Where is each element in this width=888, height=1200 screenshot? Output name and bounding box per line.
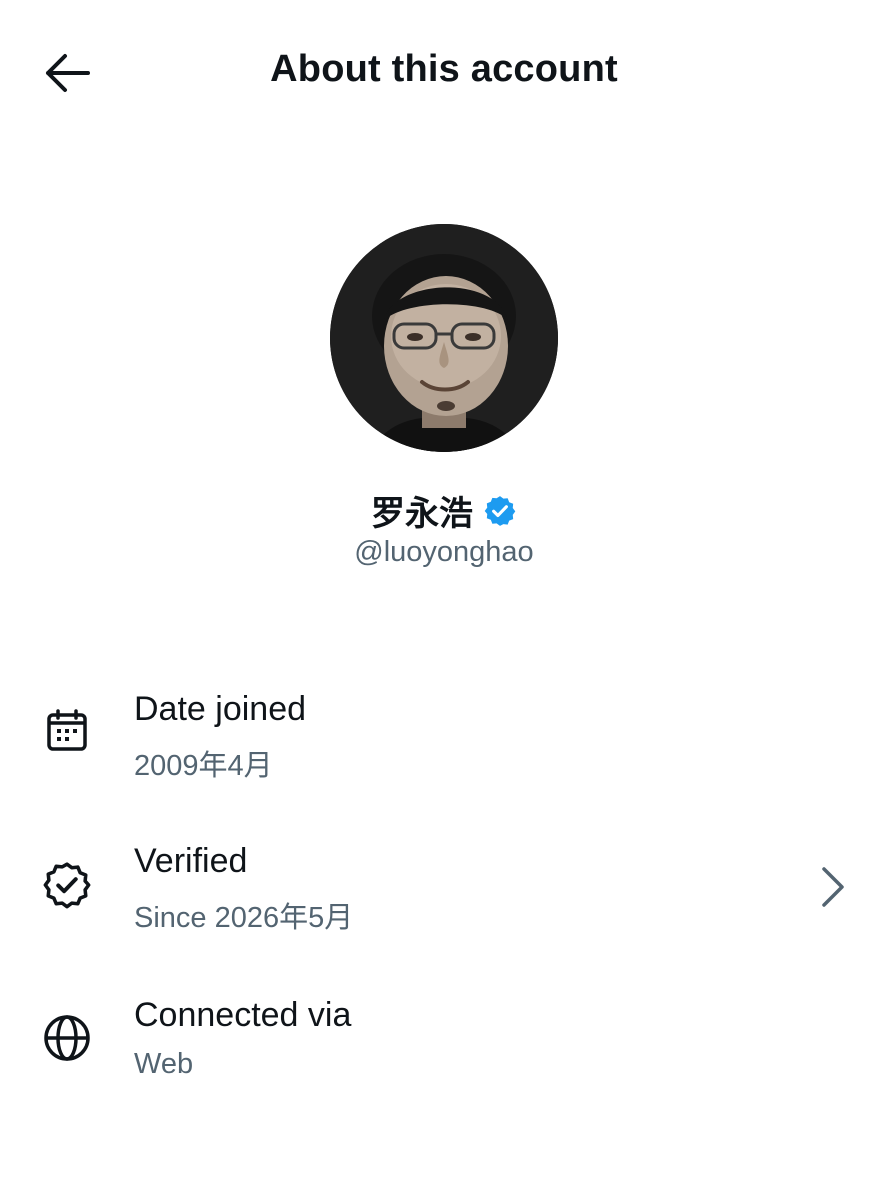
avatar[interactable] <box>330 224 558 452</box>
info-title: Connected via <box>134 996 352 1034</box>
calendar-icon <box>40 704 94 758</box>
header: About this account <box>0 0 888 145</box>
handle: @luoyonghao <box>354 536 534 568</box>
info-connected-via: Connected via Web <box>0 986 888 1096</box>
verified-outline-icon <box>40 858 94 912</box>
page-title: About this account <box>270 48 618 90</box>
info-title: Date joined <box>134 690 307 728</box>
info-value: Since 2026年5月 <box>134 902 354 934</box>
verified-badge-icon <box>484 495 516 526</box>
info-date-joined: Date joined 2009年4月 <box>0 680 888 790</box>
name-row: 罗永浩 <box>0 486 888 535</box>
avatar-image <box>330 224 558 452</box>
info-value: Web <box>134 1048 194 1080</box>
chevron-right-icon[interactable] <box>814 862 850 912</box>
display-name: 罗永浩 <box>371 494 473 534</box>
info-value: 2009年4月 <box>134 750 273 782</box>
globe-icon <box>40 1011 94 1065</box>
info-verified[interactable]: Verified Since 2026年5月 <box>0 832 888 942</box>
info-title: Verified <box>134 842 248 880</box>
